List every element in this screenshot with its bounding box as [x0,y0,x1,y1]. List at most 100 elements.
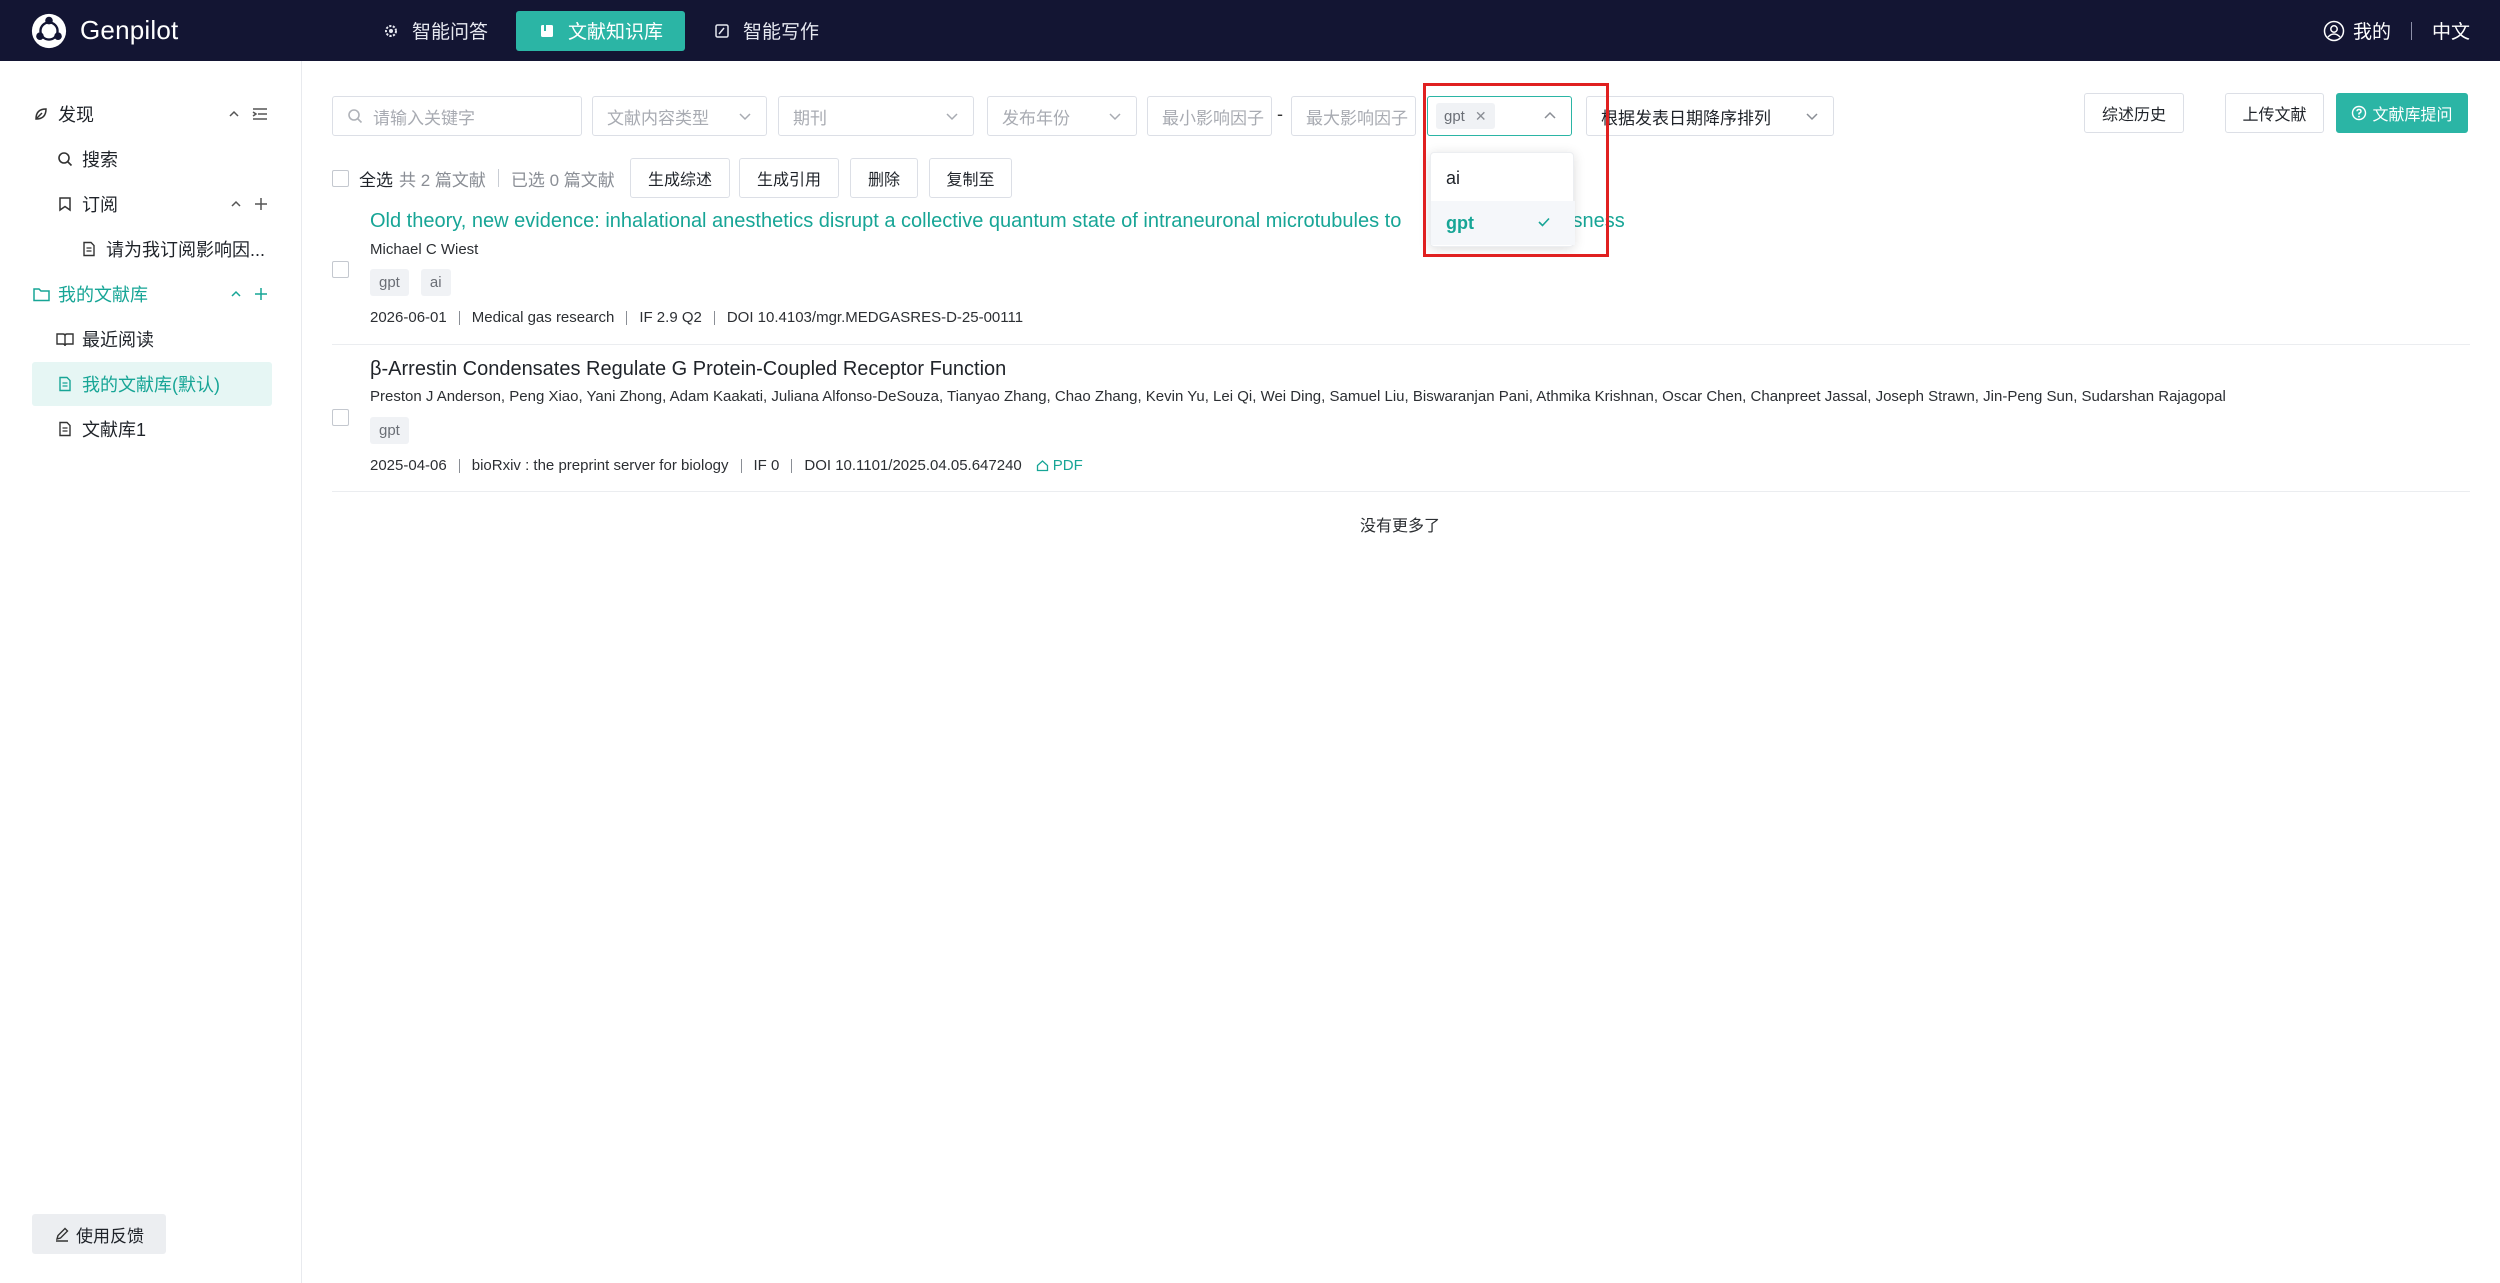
item-tag[interactable]: gpt [370,269,409,296]
delete-button[interactable]: 删除 [850,158,918,198]
search-icon [348,109,363,124]
sidebar-item-label: 请为我订阅影响因... [106,240,266,260]
close-icon[interactable]: ✕ [1475,108,1487,125]
range-dash: - [1277,104,1283,124]
search-input[interactable]: 请输入关键字 [332,96,582,136]
tab-literature-library[interactable]: 文献知识库 [516,10,686,51]
delete-label: 删除 [867,172,900,189]
user-icon [2323,20,2345,41]
sidebar-item-discover[interactable]: 发现 [32,92,272,136]
review-history-button[interactable]: 综述历史 [2084,93,2184,133]
user-menu[interactable]: 我的 [2323,17,2391,44]
gear-icon [382,22,400,40]
item-meta: 2025-04-06 bioRxiv : the preprint server… [370,457,1083,474]
document-icon [80,240,98,258]
item-tag[interactable]: ai [420,269,451,296]
top-right: 我的 中文 [2323,0,2470,61]
meta-divider [791,458,793,473]
pdf-link[interactable]: PDF [1036,457,1083,474]
feedback-label: 使用反馈 [76,1226,144,1246]
generate-review-button[interactable]: 生成综述 [630,158,730,198]
option-label: gpt [1446,212,1474,233]
document-icon [56,375,74,393]
app-logo[interactable]: Genpilot [30,12,330,50]
tag-select[interactable]: gpt ✕ [1427,96,1572,136]
sidebar-item-label: 我的文献库 [58,285,148,305]
sidebar-item-subscription[interactable]: 请为我订阅影响因... [80,227,272,271]
sidebar-tools [216,107,268,121]
genpilot-logo-icon [31,13,67,48]
sidebar-item-subscribe[interactable]: 订阅 [56,182,272,226]
library-ask-button[interactable]: 文献库提问 [2336,93,2468,133]
sidebar: 发现 搜索 订阅 请为我订阅影响因... 我的文献库 最近阅读 我的文献库(默认… [0,61,302,1283]
review-history-label: 综述历史 [2101,107,2166,124]
sidebar-tools [218,287,268,301]
min-if-input[interactable]: 最小影响因子 [1147,96,1272,136]
book-icon [538,22,556,40]
item-doi: DOI 10.1101/2025.04.05.647240 [804,457,1022,474]
journal-select[interactable]: 期刊 [778,96,974,136]
plus-icon[interactable] [254,197,268,211]
top-divider [2410,21,2412,40]
select-all-checkbox[interactable] [332,169,349,187]
item-tag[interactable]: gpt [370,417,409,444]
check-icon [1538,217,1550,227]
toolbar-divider [497,169,499,187]
year-select[interactable]: 发布年份 [987,96,1137,136]
selected-tag-chip: gpt ✕ [1436,103,1495,129]
pencil-icon [54,1226,70,1242]
copy-to-button[interactable]: 复制至 [929,158,1012,198]
document-icon [56,420,74,438]
tab-label: 文献知识库 [568,22,664,43]
item-journal: Medical gas research [471,309,615,326]
tab-smart-qa[interactable]: 智能问答 [360,11,510,51]
tab-smart-writing[interactable]: 智能写作 [691,11,841,51]
sidebar-item-my-library[interactable]: 我的文献库 [32,272,272,316]
item-doi: DOI 10.4103/mgr.MEDGASRES-D-25-00111 [726,309,1024,326]
sidebar-item-recent[interactable]: 最近阅读 [56,317,272,361]
chevron-down-icon [946,113,958,121]
content-type-select[interactable]: 文献内容类型 [592,96,767,136]
chevron-up-icon[interactable] [228,108,240,120]
item-checkbox[interactable] [332,261,349,278]
upload-button[interactable]: 上传文献 [2225,93,2324,133]
sidebar-item-label: 文献库1 [82,420,147,440]
leaf-icon [32,105,50,123]
sidebar-item-label: 搜索 [82,150,118,170]
item-tags: gpt [370,417,421,444]
meta-divider [740,458,742,473]
collapse-menu-icon[interactable] [252,107,268,121]
item-title-link[interactable]: β-Arrestin Condensates Regulate G Protei… [370,358,1006,381]
plus-icon[interactable] [254,287,268,301]
bookmark-icon [56,195,74,213]
dropdown-option-gpt[interactable]: gpt [1431,201,1575,245]
sort-select[interactable]: 根据发表日期降序排列 [1586,96,1834,136]
chevron-up-icon[interactable] [230,288,242,300]
sidebar-item-default-library[interactable]: 我的文献库(默认) [32,362,272,406]
max-if-placeholder: 最大影响因子 [1306,108,1408,128]
item-meta: 2026-06-01 Medical gas research IF 2.9 Q… [370,309,1023,326]
language-switch[interactable]: 中文 [2432,17,2470,44]
item-authors: Michael C Wiest [370,241,479,258]
sidebar-item-search[interactable]: 搜索 [56,137,272,181]
item-checkbox[interactable] [332,409,349,426]
generate-review-label: 生成综述 [647,172,712,189]
item-title-text: Old theory, new evidence: inhalational a… [370,210,1402,232]
dropdown-option-ai[interactable]: ai [1431,156,1575,200]
item-impact-factor: IF 0 [753,457,780,474]
search-icon [56,150,74,168]
generate-citation-button[interactable]: 生成引用 [739,158,839,198]
user-label: 我的 [2352,22,2391,43]
max-if-input[interactable]: 最大影响因子 [1291,96,1416,136]
min-if-placeholder: 最小影响因子 [1162,108,1264,128]
chevron-up-icon [1544,111,1556,119]
chevron-up-icon[interactable] [230,198,242,210]
item-date: 2025-04-06 [370,457,447,474]
select-all-label[interactable]: 全选 [359,166,393,191]
chevron-down-icon [1806,113,1818,121]
feedback-button[interactable]: 使用反馈 [32,1214,166,1254]
sidebar-item-label: 我的文献库(默认) [82,375,220,395]
sidebar-item-label: 发现 [58,105,94,125]
sidebar-item-library1[interactable]: 文献库1 [56,407,272,451]
tag-dropdown: ai gpt [1430,152,1575,247]
